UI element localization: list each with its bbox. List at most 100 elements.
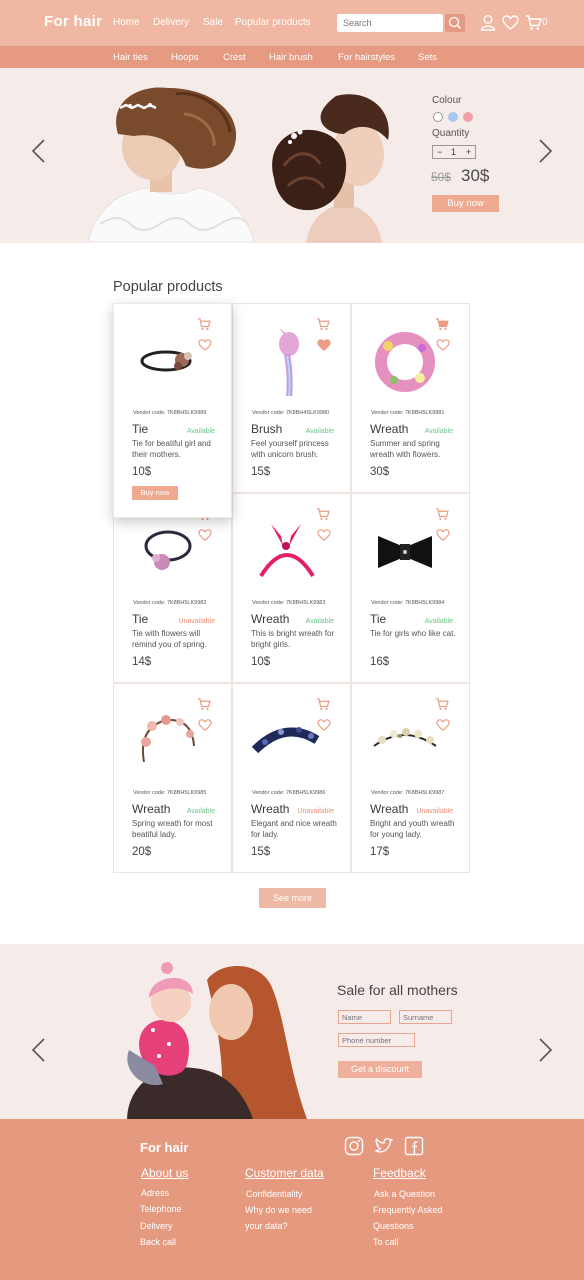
search-button[interactable]	[445, 14, 465, 32]
mother-and-child-image	[127, 962, 307, 1119]
nav-popular-products[interactable]: Popular products	[235, 17, 311, 28]
search-icon	[448, 16, 461, 29]
footer-link-faq[interactable]: Frequently Asked	[373, 1205, 443, 1215]
product-name: Wreath	[132, 802, 171, 816]
nav-delivery[interactable]: Delivery	[153, 17, 189, 28]
hero-slider: Colour Quantity − 1 + 50$ 30$ Buy now	[0, 68, 584, 243]
footer-feedback-title[interactable]: Feedback	[373, 1166, 426, 1180]
footer-link-why-we-need[interactable]: Why do we need	[245, 1205, 312, 1215]
footer-link-telephone[interactable]: Telephone	[140, 1204, 182, 1214]
product-name: Wreath	[370, 422, 409, 436]
minus-icon[interactable]: −	[437, 147, 442, 157]
quantity-stepper[interactable]: − 1 +	[432, 145, 476, 159]
category-sets[interactable]: Sets	[418, 52, 437, 63]
product-card[interactable]: Vendor code: 7K8BH5LK9986 Wreath Unavail…	[232, 683, 351, 873]
footer-link-to-call[interactable]: To call	[373, 1237, 399, 1247]
footer-link-adress[interactable]: Adress	[141, 1188, 169, 1198]
footer-customer-title[interactable]: Customer data	[245, 1166, 324, 1180]
plus-icon[interactable]: +	[466, 147, 471, 157]
buy-now-button[interactable]: Buy now	[132, 486, 178, 500]
swatch-blue[interactable]	[448, 112, 458, 122]
product-card[interactable]: Vendor code: 7K8BH5LK9989 Tie Available …	[113, 303, 232, 518]
hero-buy-button[interactable]: Buy now	[432, 195, 499, 212]
popular-products-title: Popular products	[113, 279, 223, 295]
footer-link-questions[interactable]: Questions	[373, 1221, 414, 1231]
footer-logo[interactable]: For hair	[140, 1140, 188, 1155]
quantity-label: Quantity	[432, 128, 470, 139]
product-name: Wreath	[251, 802, 290, 816]
product-description: Elegant and nice wreath for lady.	[251, 819, 337, 839]
product-card[interactable]: Vendor code: 7K8BH5LK9981 Wreath Availab…	[351, 303, 470, 493]
vendor-code: Vendor code: 7K8BH5LK9983	[252, 600, 326, 606]
chevron-left-icon[interactable]	[30, 1037, 46, 1063]
swatch-pink[interactable]	[463, 112, 473, 122]
category-crest[interactable]: Crest	[223, 52, 246, 63]
quantity-value: 1	[451, 147, 457, 157]
status-badge: Available	[424, 618, 453, 625]
logo[interactable]: For hair	[44, 13, 102, 30]
phone-field[interactable]	[338, 1033, 415, 1047]
cart-icon[interactable]	[525, 15, 542, 31]
product-card[interactable]: Vendor code: 7K8BH5LK9987 Wreath Unavail…	[351, 683, 470, 873]
product-card[interactable]: Vendor code: 7K8BH5LK9982 Tie Unavailabl…	[113, 493, 232, 683]
product-description: Spring wreath for most beatiful lady.	[132, 819, 213, 839]
status-badge: Available	[305, 618, 334, 625]
category-hair-brush[interactable]: Hair brush	[269, 52, 313, 63]
status-badge: Unavailable	[416, 808, 453, 815]
instagram-icon[interactable]	[344, 1136, 364, 1156]
facebook-icon[interactable]	[404, 1136, 424, 1156]
category-hair-ties[interactable]: Hair ties	[113, 52, 148, 63]
name-field[interactable]	[338, 1010, 391, 1024]
product-price: 14$	[132, 656, 152, 668]
product-name: Tie	[370, 612, 387, 626]
product-image-unicorn-brush	[279, 328, 299, 396]
heart-icon[interactable]	[502, 15, 519, 30]
chevron-left-icon[interactable]	[30, 138, 46, 164]
search-input[interactable]	[337, 14, 443, 32]
product-image-beaded-wreath	[251, 727, 320, 754]
cart-count: 0	[542, 17, 548, 28]
chevron-right-icon[interactable]	[538, 1037, 554, 1063]
footer: For hair About us Adress Telephone Deliv…	[0, 1119, 584, 1280]
old-price: 50$	[431, 170, 452, 184]
product-price: 16$	[370, 656, 390, 668]
footer-link-back-call[interactable]: Back call	[140, 1237, 176, 1247]
nav-home[interactable]: Home	[113, 17, 140, 28]
status-badge: Unavailable	[178, 618, 215, 625]
vendor-code: Vendor code: 7K8BH5LK9985	[133, 790, 207, 796]
get-discount-button[interactable]: Get a discount	[338, 1061, 422, 1078]
product-image-flower-tie	[144, 530, 192, 570]
vendor-code: Vendor code: 7K8BH5LK9989	[133, 410, 207, 416]
status-badge: Available	[424, 428, 453, 435]
product-price: 10$	[132, 466, 152, 478]
footer-link-ask-question[interactable]: Ask a Question	[374, 1189, 435, 1199]
product-card[interactable]: Vendor code: 7K8BH5LK9984 Tie Available …	[351, 493, 470, 683]
product-price: 10$	[251, 656, 271, 668]
product-name: Tie	[132, 612, 149, 626]
new-price: 30$	[461, 166, 490, 185]
nav-sale[interactable]: Sale	[203, 17, 223, 28]
product-price: 15$	[251, 466, 271, 478]
product-image-rose-wreath	[141, 715, 195, 763]
product-card[interactable]: Vendor code: 7K8BH5LK9983 Wreath Availab…	[232, 493, 351, 683]
product-image-flower-crown	[373, 728, 437, 747]
sale-title: Sale for all mothers	[337, 982, 458, 998]
category-for-hairstyles[interactable]: For hairstyles	[338, 52, 395, 63]
product-card[interactable]: Vendor code: 7K8BH5LK9985 Wreath Availab…	[113, 683, 232, 873]
twitter-icon[interactable]	[374, 1136, 394, 1156]
footer-link-confidentiality[interactable]: Confidentiality	[246, 1189, 303, 1199]
category-hoops[interactable]: Hoops	[171, 52, 198, 63]
swatch-white[interactable]	[433, 112, 443, 122]
footer-about-title[interactable]: About us	[141, 1166, 188, 1180]
footer-link-delivery[interactable]: Delivery	[140, 1221, 173, 1231]
chevron-right-icon[interactable]	[538, 138, 554, 164]
product-name: Tie	[132, 422, 149, 436]
user-icon[interactable]	[480, 14, 496, 31]
footer-link-your-data[interactable]: your data?	[245, 1221, 288, 1231]
surname-field[interactable]	[399, 1010, 452, 1024]
product-price: 15$	[251, 846, 271, 858]
see-more-button[interactable]: See more	[259, 888, 326, 908]
product-card[interactable]: Vendor code: 7K8BH4SLK9980 Brush Availab…	[232, 303, 351, 493]
colour-label: Colour	[432, 95, 462, 106]
hero-hairstyle-image	[272, 94, 389, 243]
